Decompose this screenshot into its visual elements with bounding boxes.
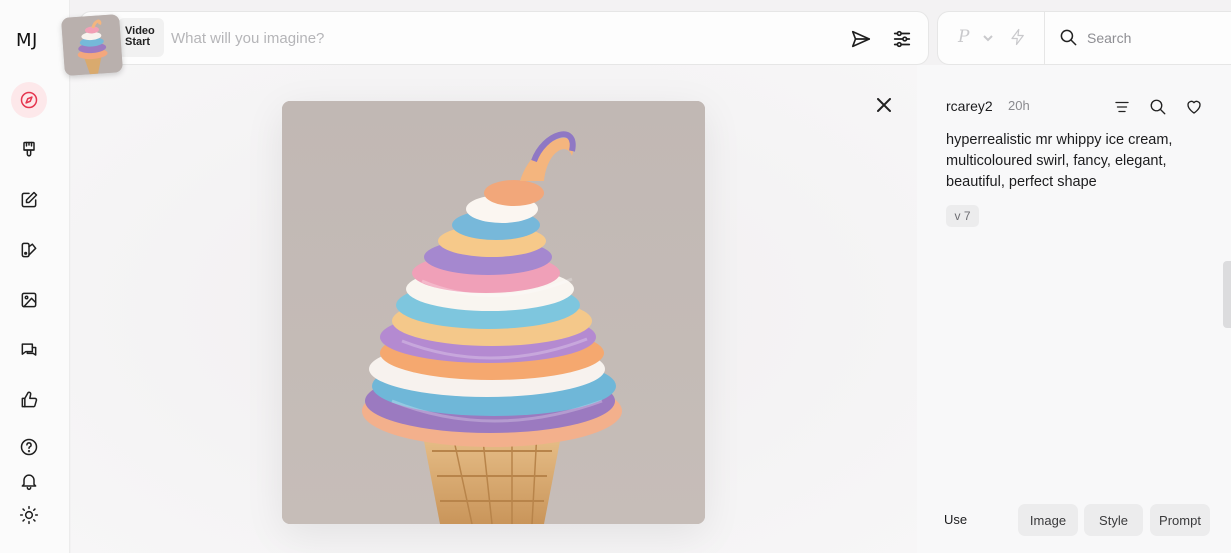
use-style-button[interactable]: Style	[1084, 504, 1143, 536]
author-name[interactable]: rcarey2	[946, 98, 993, 114]
use-image-button[interactable]: Image	[1018, 504, 1078, 536]
sidebar-item-organize[interactable]	[11, 282, 47, 318]
sidebar-item-explore[interactable]	[11, 82, 47, 118]
like-button[interactable]	[1182, 95, 1206, 119]
sidebar-item-help[interactable]	[11, 429, 47, 465]
menu-lines-icon	[1115, 101, 1129, 113]
sliders-icon	[893, 30, 911, 48]
app-logo[interactable]: MJ	[16, 30, 38, 51]
version-badge: v 7	[946, 205, 979, 227]
post-age: 20h	[1008, 98, 1030, 113]
settings-button[interactable]	[889, 26, 915, 52]
help-icon	[20, 438, 38, 456]
chevron-down-icon[interactable]	[982, 31, 994, 49]
sidebar-item-edit[interactable]	[11, 182, 47, 218]
search-icon	[1150, 99, 1166, 115]
thumbs-up-icon	[21, 391, 38, 408]
sidebar-item-tasks[interactable]	[11, 382, 47, 418]
personalization-toggle[interactable]: P	[958, 27, 969, 47]
edit-icon	[21, 191, 38, 208]
options-button[interactable]	[1110, 95, 1134, 119]
search-similar-button[interactable]	[1146, 95, 1170, 119]
prompt-text[interactable]: hyperrealistic mr whippy ice cream, mult…	[946, 130, 1196, 193]
sun-icon	[19, 505, 39, 525]
video-start-label[interactable]: Video Start	[118, 18, 164, 57]
sidebar-item-create[interactable]	[11, 132, 47, 168]
sidebar-item-updates[interactable]	[11, 463, 47, 499]
scrollbar-thumb[interactable]	[1223, 261, 1231, 328]
use-prompt-button[interactable]: Prompt	[1150, 504, 1210, 536]
image-icon	[21, 292, 37, 308]
reference-image-thumbnail[interactable]	[61, 14, 123, 76]
prompt-input[interactable]	[171, 26, 811, 50]
left-sidebar: MJ	[0, 0, 70, 553]
chat-icon	[21, 343, 37, 356]
paintbrush-icon	[23, 141, 35, 157]
search-icon	[1059, 28, 1078, 52]
bell-icon	[21, 474, 37, 491]
generated-image[interactable]	[282, 101, 705, 524]
send-icon	[851, 30, 871, 48]
bolt-icon[interactable]	[1009, 28, 1027, 51]
toolbar-divider	[1044, 12, 1045, 64]
compass-icon	[20, 91, 38, 109]
search-input[interactable]	[1087, 29, 1217, 47]
sidebar-item-chat[interactable]	[11, 332, 47, 368]
sidebar-item-personalize[interactable]	[11, 232, 47, 268]
heart-icon	[1187, 100, 1201, 114]
close-icon	[877, 98, 891, 112]
send-button[interactable]	[848, 26, 874, 52]
use-label: Use	[944, 512, 968, 527]
close-viewer-button[interactable]	[873, 94, 895, 116]
sidebar-item-theme[interactable]	[11, 497, 47, 533]
palette-icon	[21, 242, 37, 258]
